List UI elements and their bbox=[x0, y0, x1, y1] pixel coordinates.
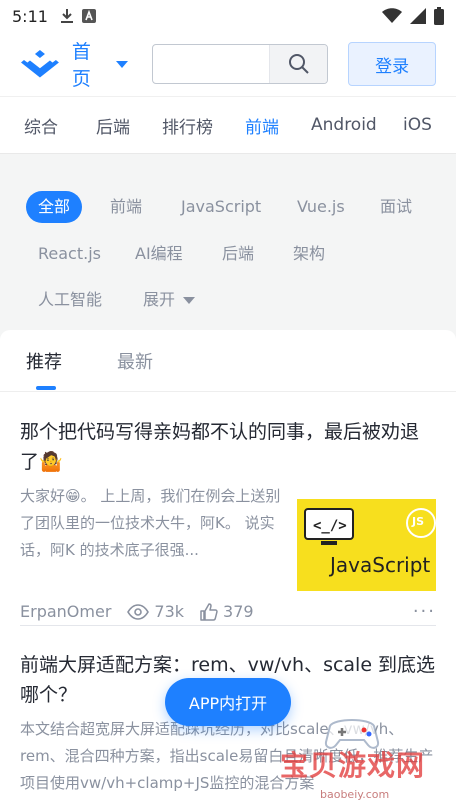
top-nav-item-frontend[interactable]: 前端 bbox=[245, 113, 279, 138]
sort-tabs: 推荐 最新 bbox=[0, 330, 456, 392]
active-tab-indicator bbox=[36, 386, 56, 390]
article-likes[interactable]: 379 bbox=[200, 602, 254, 621]
signal-icon bbox=[410, 8, 426, 24]
status-time: 5:11 bbox=[12, 6, 48, 26]
chevron-down-icon bbox=[115, 60, 128, 68]
article-title[interactable]: 那个把代码写得亲妈都不认的同事，最后被劝退了🤷 bbox=[20, 417, 436, 477]
chevron-down-icon bbox=[183, 297, 196, 304]
battery-icon bbox=[434, 7, 444, 25]
tab-recommended[interactable]: 推荐 bbox=[26, 348, 62, 374]
top-nav: 综合 后端 排行榜 前端 Android iOS bbox=[0, 96, 456, 154]
article-thumbnail[interactable]: <_/> JS JavaScript bbox=[297, 499, 436, 591]
top-nav-item-android[interactable]: Android bbox=[311, 115, 377, 135]
search-button[interactable] bbox=[269, 45, 328, 83]
tag-expand-label: 展开 bbox=[143, 290, 176, 309]
tag-architecture[interactable]: 架构 bbox=[293, 238, 325, 270]
article-card[interactable]: 前端大屏适配方案：rem、vw/vh、scale 到底选哪个？ 本文结合超宽屏大… bbox=[20, 650, 436, 810]
login-button[interactable]: 登录 bbox=[348, 42, 436, 86]
views-count: 73k bbox=[154, 602, 185, 621]
article-feed: 推荐 最新 那个把代码写得亲妈都不认的同事，最后被劝退了🤷 大家好😁。 上上周，… bbox=[0, 330, 456, 810]
search-box bbox=[151, 44, 329, 84]
top-nav-item-ranking[interactable]: 排行榜 bbox=[162, 113, 213, 138]
article-abstract: 大家好😁。 上上周，我们在例会上送别了团队里的一位技术大牛，阿K。 说实话，阿K… bbox=[20, 487, 281, 559]
likes-count: 379 bbox=[223, 602, 254, 621]
tag-expand-button[interactable]: 展开 bbox=[143, 284, 196, 316]
home-menu-dropdown[interactable]: 首页 bbox=[72, 37, 128, 91]
tag-reactjs[interactable]: React.js bbox=[38, 238, 101, 270]
search-icon bbox=[288, 54, 309, 74]
tag-filter: 全部 前端 JavaScript Vue.js 面试 React.js AI编程… bbox=[0, 155, 456, 330]
search-input[interactable] bbox=[152, 45, 270, 83]
article-author[interactable]: ErpanOmer bbox=[20, 602, 111, 621]
juejin-logo-icon[interactable] bbox=[20, 48, 60, 80]
tag-backend[interactable]: 后端 bbox=[222, 238, 254, 270]
tag-ai-coding[interactable]: AI编程 bbox=[135, 238, 183, 270]
status-bar: 5:11 bbox=[0, 0, 456, 32]
top-nav-item-backend[interactable]: 后端 bbox=[96, 113, 130, 138]
top-nav-item-ios[interactable]: iOS bbox=[403, 115, 432, 135]
thumbnail-caption: JavaScript bbox=[330, 553, 431, 577]
home-menu-label: 首页 bbox=[71, 41, 91, 90]
article-abstract: 本文结合超宽屏大屏适配踩坑经历，对比scale、vw/vh、rem、混合四种方案… bbox=[20, 720, 434, 792]
tag-vuejs[interactable]: Vue.js bbox=[297, 191, 345, 223]
tab-latest[interactable]: 最新 bbox=[117, 348, 153, 374]
article-card[interactable]: 那个把代码写得亲妈都不认的同事，最后被劝退了🤷 大家好😁。 上上周，我们在例会上… bbox=[20, 417, 436, 627]
tag-ai[interactable]: 人工智能 bbox=[38, 284, 102, 316]
font-a-icon bbox=[81, 9, 96, 23]
svg-text:<_/>: <_/> bbox=[313, 518, 347, 534]
tag-frontend[interactable]: 前端 bbox=[110, 191, 142, 223]
tag-interview[interactable]: 面试 bbox=[380, 191, 412, 223]
article-views: 73k bbox=[127, 602, 184, 621]
tag-javascript[interactable]: JavaScript bbox=[181, 191, 261, 223]
app-header: 首页 登录 bbox=[0, 32, 456, 96]
open-in-app-button[interactable]: APP内打开 bbox=[165, 678, 291, 726]
download-icon bbox=[60, 9, 73, 23]
thumbnail-badge: JS bbox=[412, 515, 425, 528]
top-nav-item-general[interactable]: 综合 bbox=[24, 113, 58, 138]
eye-icon bbox=[127, 603, 150, 620]
thumbs-up-icon bbox=[200, 602, 218, 621]
javascript-thumbnail-image: <_/> bbox=[297, 499, 436, 591]
more-options-icon[interactable]: ··· bbox=[413, 601, 436, 622]
tag-all[interactable]: 全部 bbox=[26, 191, 83, 223]
wifi-icon bbox=[382, 8, 402, 23]
article-divider bbox=[20, 625, 436, 626]
